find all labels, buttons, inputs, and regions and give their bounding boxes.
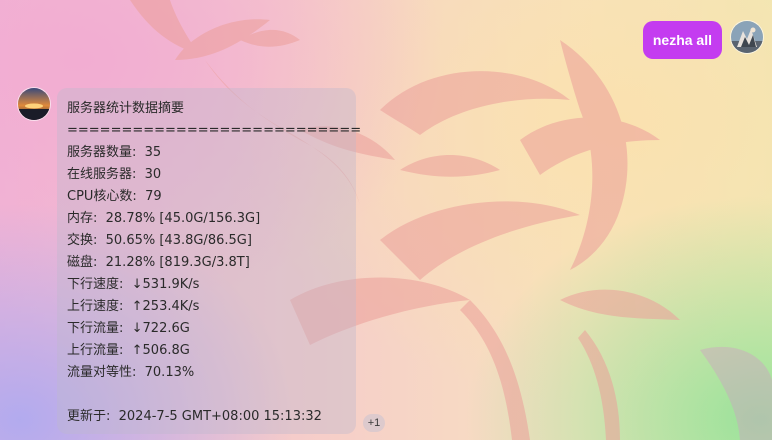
updated-at: 更新于: 2024-7-5 GMT+08:00 15:13:32: [67, 409, 322, 424]
disk-usage: 磁盘: 21.28% [819.3G/3.8T]: [67, 255, 250, 270]
online-servers: 在线服务器: 30: [67, 167, 162, 182]
user-message-row: nezha all: [642, 21, 763, 59]
bot-avatar-image: [18, 88, 50, 120]
traffic-parity: 流量对等性: 70.13%: [67, 365, 195, 380]
bot-avatar[interactable]: [18, 88, 50, 120]
user-message-bubble[interactable]: nezha all: [642, 21, 722, 59]
bot-message-bubble[interactable]: 服务器统计数据摘要 =========================== 服务…: [57, 88, 362, 434]
upload-traffic: 上行流量: ↑506.8G: [67, 343, 190, 358]
server-count: 服务器数量: 35: [67, 145, 162, 160]
message-divider: ===========================: [67, 123, 362, 138]
memory-usage: 内存: 28.78% [45.0G/156.3G]: [67, 211, 261, 226]
user-avatar[interactable]: [731, 21, 763, 53]
plus-one-reaction[interactable]: +1: [363, 414, 385, 432]
upload-speed: 上行速度: ↑253.4K/s: [67, 299, 200, 314]
download-speed: 下行速度: ↓531.9K/s: [67, 277, 200, 292]
cpu-cores: CPU核心数: 79: [67, 189, 162, 204]
download-traffic: 下行流量: ↓722.6G: [67, 321, 190, 336]
user-avatar-image: [731, 21, 763, 53]
swap-usage: 交换: 50.65% [43.8G/86.5G]: [67, 233, 252, 248]
message-title: 服务器统计数据摘要: [67, 101, 185, 116]
